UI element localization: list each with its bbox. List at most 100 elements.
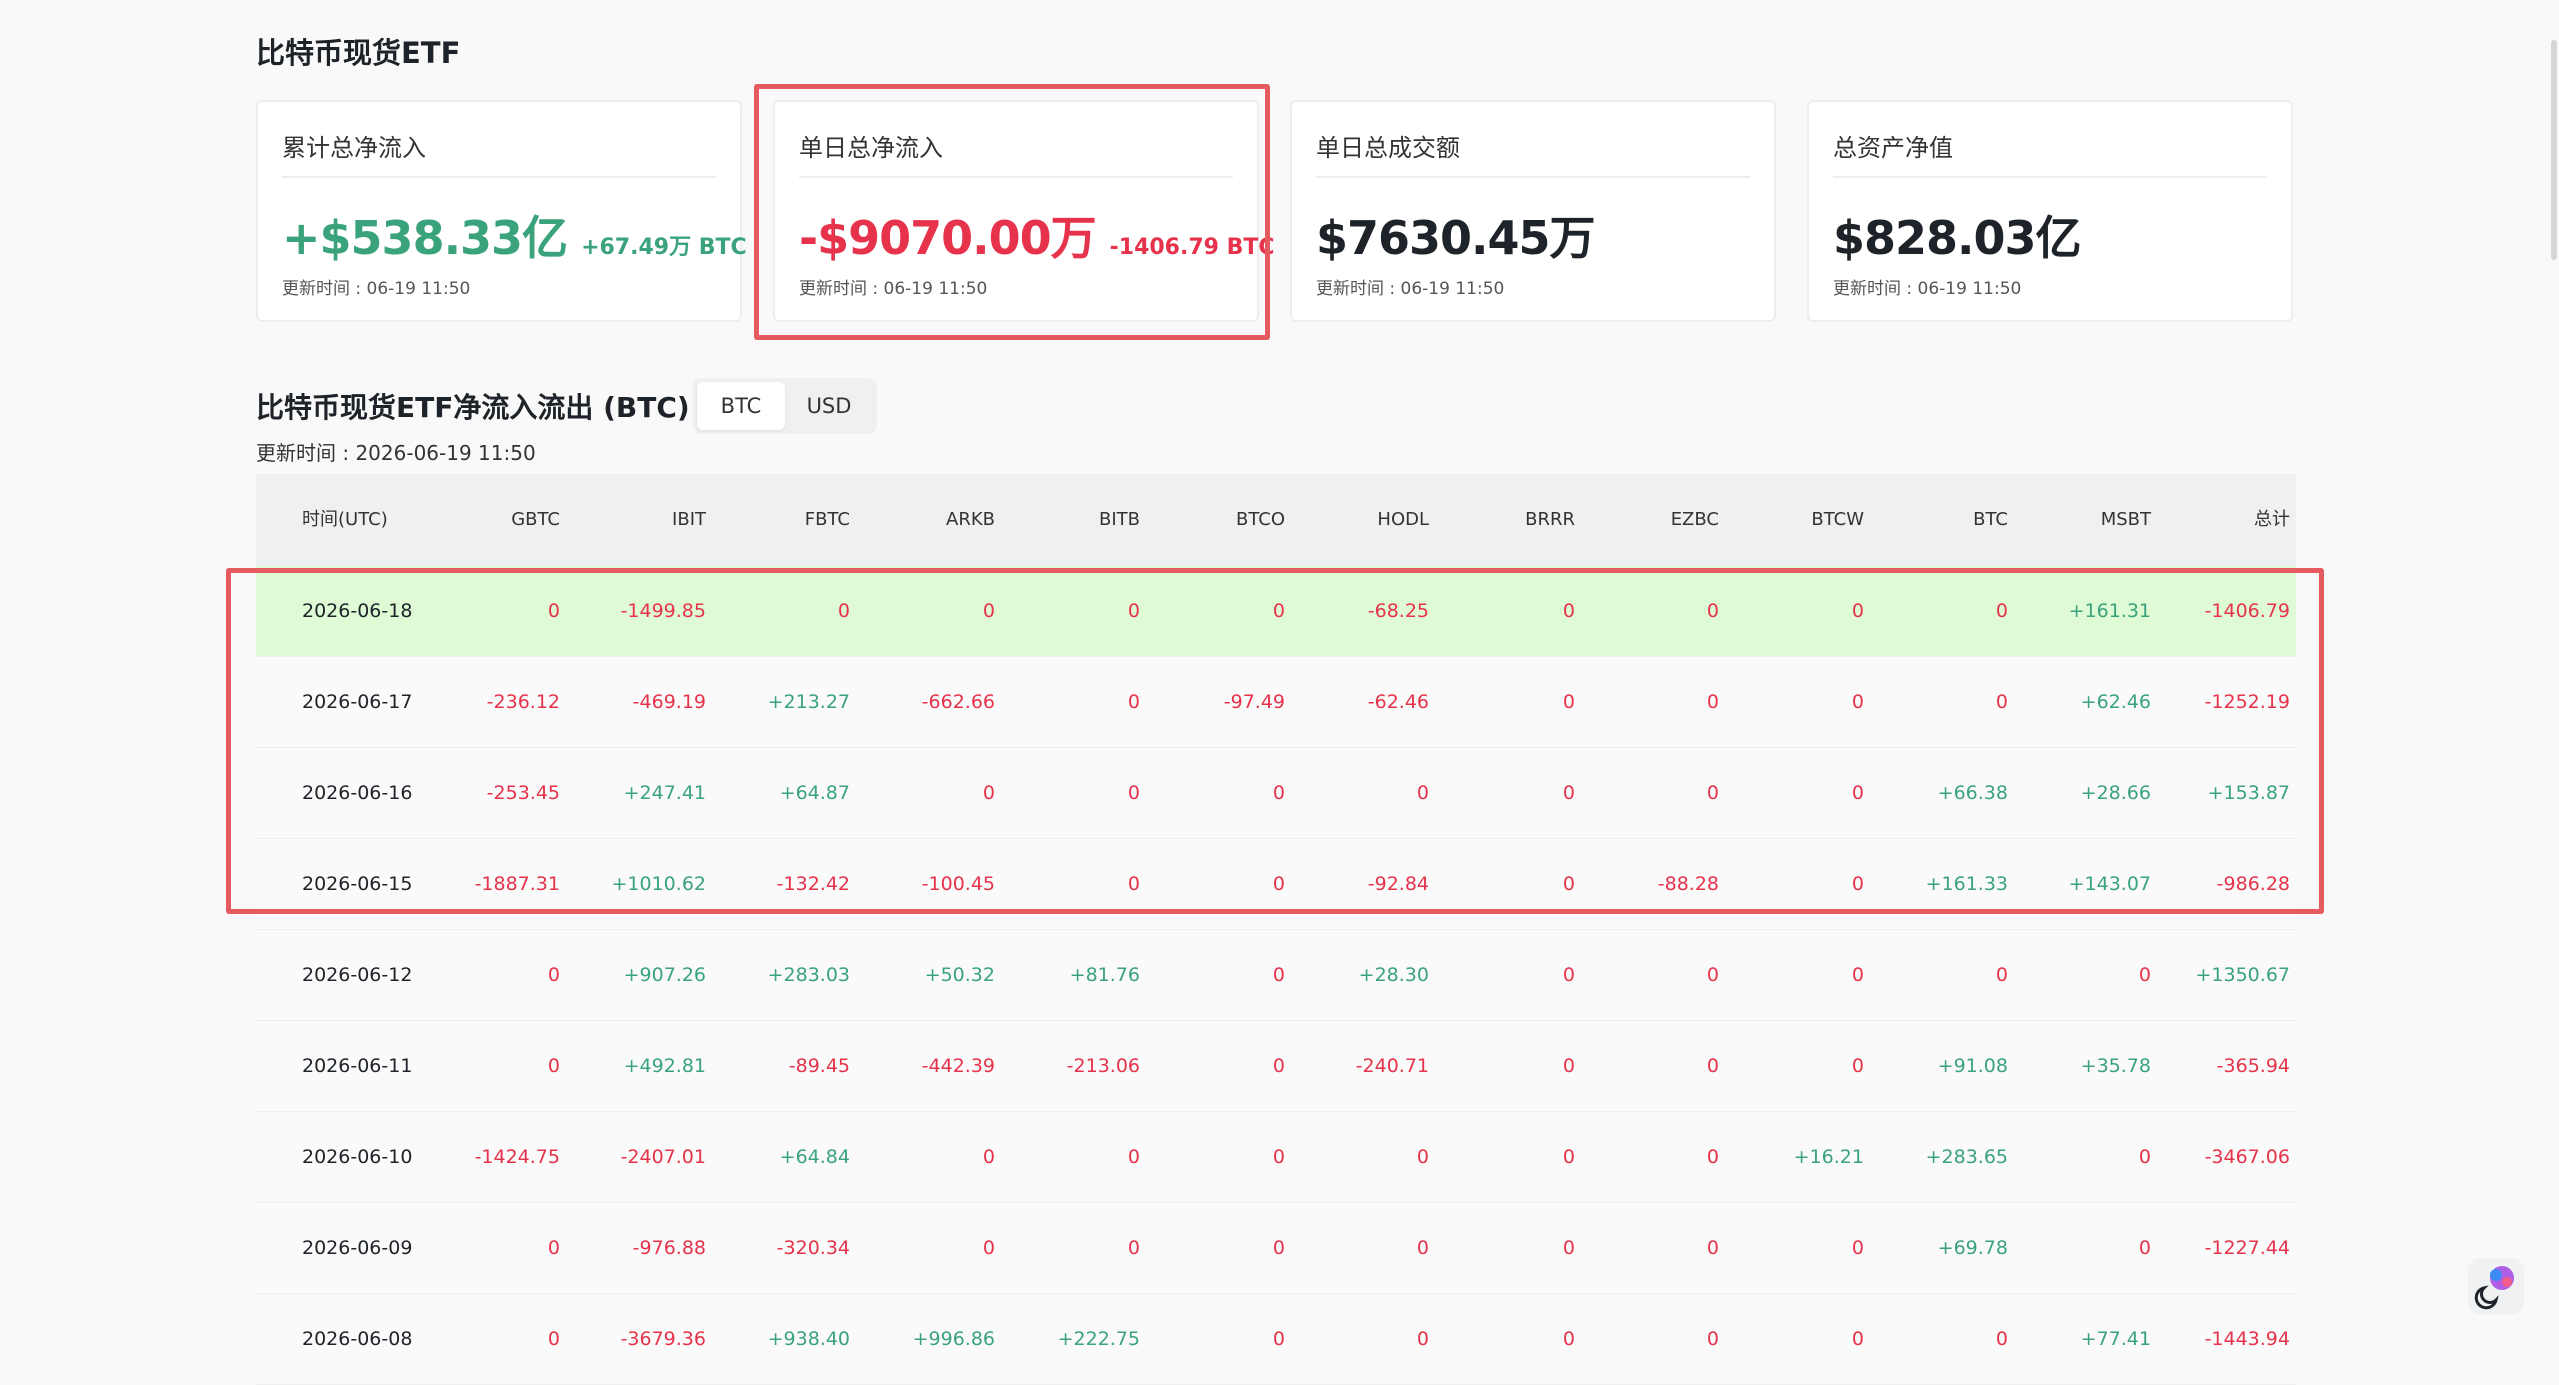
card-cumulative-inflow: 累计总净流入 +$538.33亿 +67.49万 BTC 更新时间 : 06-19… [256, 100, 747, 322]
row-date: 2026-06-17 [302, 691, 413, 713]
row-value: +91.08 [1937, 1055, 2008, 1077]
row-value: +283.65 [1925, 1146, 2008, 1168]
row-value: 0 [1272, 600, 1285, 622]
table-row: 2026-06-15 -1887.31 +1010.62 -132.42 -100.45… [256, 839, 2296, 930]
row-value: 0 [1127, 782, 1140, 804]
row-value: +69.78 [1937, 1237, 2008, 1259]
floating-assistant-button[interactable] [2468, 1258, 2524, 1314]
row-value: +247.41 [623, 782, 706, 804]
card-sub-value: +67.49万 BTC [581, 235, 747, 260]
column-header: GBTC [511, 509, 560, 530]
brain-icon [2474, 1266, 2514, 1310]
row-value: 0 [1272, 964, 1285, 986]
column-header: BRRR [1525, 509, 1575, 530]
row-value: 0 [1706, 782, 1719, 804]
row-value: -986.28 [2216, 873, 2290, 895]
row-value: 0 [547, 600, 560, 622]
row-value: -68.25 [1367, 600, 1429, 622]
page-title: 比特币现货ETF [256, 36, 461, 70]
row-value: 0 [1851, 1055, 1864, 1077]
row-value: 0 [1851, 1237, 1864, 1259]
row-value: 0 [1706, 1146, 1719, 1168]
scrollbar[interactable] [2551, 40, 2557, 260]
toggle-btc[interactable]: BTC [697, 382, 785, 430]
table-row: 2026-06-18 0 -1499.85 0 0 0 0 -68.25 0 0 0 0 +161.31… [256, 566, 2296, 657]
row-value: +81.76 [1069, 964, 1140, 986]
card-update-time: 更新时间 : 06-19 11:50 [282, 279, 471, 299]
card-divider [799, 176, 1233, 178]
row-value: 0 [1851, 964, 1864, 986]
table-row: 2026-06-10 -1424.75 -2407.01 +64.84 0 0 0 0 0 0 +1… [256, 1112, 2296, 1203]
row-value: 0 [1995, 1328, 2008, 1350]
column-header: 时间(UTC) [302, 509, 388, 530]
row-value: 0 [1851, 873, 1864, 895]
row-value: 0 [1851, 691, 1864, 713]
row-value: +996.86 [912, 1328, 995, 1350]
row-value: 0 [547, 1055, 560, 1077]
row-value: 0 [1272, 1055, 1285, 1077]
row-value: -442.39 [921, 1055, 995, 1077]
row-value: 0 [547, 964, 560, 986]
card-label: 总资产净值 [1833, 134, 1953, 162]
row-value: 0 [982, 600, 995, 622]
row-value: 0 [1851, 782, 1864, 804]
column-header: EZBC [1670, 509, 1719, 530]
row-value: 0 [982, 1237, 995, 1259]
row-value: 0 [982, 1146, 995, 1168]
row-value: -1424.75 [474, 1146, 560, 1168]
row-value: -3467.06 [2204, 1146, 2290, 1168]
row-value: +907.26 [623, 964, 706, 986]
row-value: 0 [1127, 1146, 1140, 1168]
row-value: 0 [1706, 1237, 1719, 1259]
card-divider [282, 176, 716, 178]
row-value: +143.07 [2068, 873, 2151, 895]
row-value: +35.78 [2080, 1055, 2151, 1077]
row-value: 0 [1416, 1146, 1429, 1168]
row-value: +161.31 [2068, 600, 2151, 622]
row-value: 0 [1851, 1328, 1864, 1350]
row-value: +28.30 [1358, 964, 1429, 986]
row-value: -213.06 [1066, 1055, 1140, 1077]
row-value: 0 [1706, 1328, 1719, 1350]
row-value: +222.75 [1057, 1328, 1140, 1350]
row-value: 0 [547, 1237, 560, 1259]
row-value: 0 [1562, 873, 1575, 895]
row-value: 0 [1272, 873, 1285, 895]
row-value: 0 [1706, 600, 1719, 622]
row-value: -662.66 [921, 691, 995, 713]
row-value: 0 [1562, 964, 1575, 986]
row-value: +64.87 [779, 782, 850, 804]
row-value: +62.46 [2080, 691, 2151, 713]
table-row: 2026-06-16 -253.45 +247.41 +64.87 0 0 0 0 0 0 0 +66… [256, 748, 2296, 839]
section-title: 比特币现货ETF净流入流出 (BTC) [256, 391, 690, 424]
row-value: 0 [2138, 1146, 2151, 1168]
row-value: +16.21 [1793, 1146, 1864, 1168]
row-value: +64.84 [779, 1146, 850, 1168]
row-value: 0 [982, 782, 995, 804]
currency-toggle: BTC USD [693, 378, 877, 434]
card-value: $7630.45万 [1316, 211, 1596, 265]
row-value: +50.32 [924, 964, 995, 986]
card-sub-value: -1406.79 BTC [1109, 235, 1275, 260]
row-value: -92.84 [1367, 873, 1429, 895]
row-value: -3679.36 [620, 1328, 706, 1350]
toggle-usd[interactable]: USD [785, 382, 873, 430]
column-header: BTCO [1235, 509, 1285, 530]
column-header: IBIT [672, 509, 706, 530]
row-value: +938.40 [767, 1328, 850, 1350]
row-value: +1010.62 [611, 873, 707, 895]
card-divider [1316, 176, 1750, 178]
table-row: 2026-06-08 0 -3679.36 +938.40 +996.86 +222.75… [256, 1294, 2296, 1385]
row-value: 0 [1562, 1237, 1575, 1259]
row-value: -89.45 [788, 1055, 850, 1077]
row-value: 0 [1272, 1237, 1285, 1259]
card-value: $828.03亿 [1833, 211, 2082, 265]
row-value: 0 [1562, 1328, 1575, 1350]
row-value: 0 [1851, 600, 1864, 622]
row-value: -1443.94 [2204, 1328, 2290, 1350]
row-date: 2026-06-08 [302, 1328, 413, 1350]
row-value: 0 [1272, 1146, 1285, 1168]
row-value: -97.49 [1223, 691, 1285, 713]
table-row: 2026-06-09 0 -976.88 -320.34 0 0 0 0 0 0 0 +69.78 0 -… [256, 1203, 2296, 1294]
row-value: +213.27 [767, 691, 850, 713]
